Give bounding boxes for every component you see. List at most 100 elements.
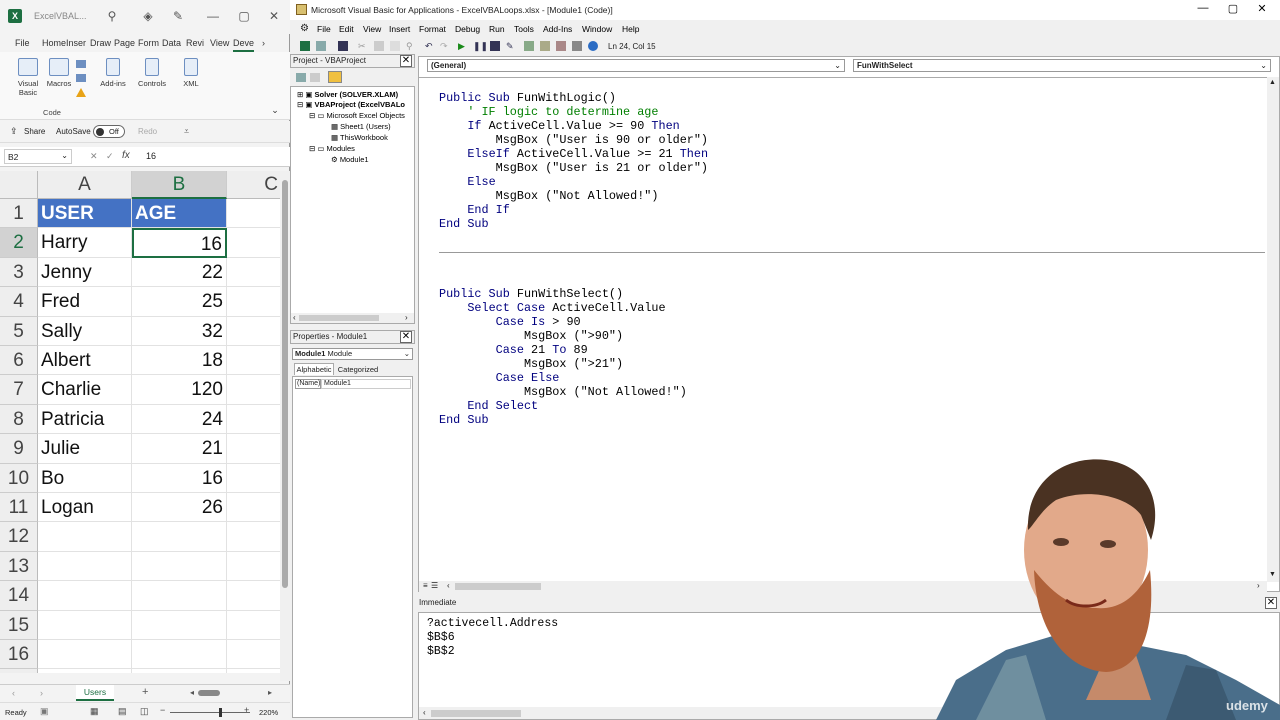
pen-icon[interactable]: ✎ — [170, 9, 186, 23]
tab-formulas[interactable]: Form — [138, 38, 159, 48]
cell-a[interactable]: Charlie — [38, 375, 132, 405]
accessibility-icon[interactable]: ▣ — [40, 706, 49, 717]
hscroll-left-icon[interactable]: ◂ — [190, 688, 194, 697]
cell-c[interactable] — [227, 228, 280, 258]
vbe-menu-icon[interactable]: ⚙ — [300, 23, 309, 34]
cell-b[interactable]: 24 — [132, 404, 227, 435]
cell-b-selected[interactable]: 16 — [132, 228, 227, 258]
prop-name-value[interactable]: Module1 — [321, 379, 411, 389]
cell-a[interactable] — [38, 522, 132, 552]
menu-insert[interactable]: Insert — [389, 24, 410, 34]
cell-a[interactable] — [38, 551, 132, 582]
ribbon-more-icon[interactable]: › — [262, 38, 265, 48]
menu-help[interactable]: Help — [622, 24, 639, 34]
row-header[interactable]: 1 — [0, 199, 38, 229]
normal-view-icon[interactable]: ▦ — [90, 706, 99, 717]
tree-item-module1[interactable]: ⚙ Module1 — [331, 155, 369, 164]
tree-item-thisworkbook[interactable]: ▦ ThisWorkbook — [331, 133, 388, 142]
row-header[interactable]: 17 — [0, 669, 38, 673]
cell-b[interactable]: 18 — [132, 346, 227, 376]
cell-b[interactable]: 32 — [132, 316, 227, 346]
menu-edit[interactable]: Edit — [339, 24, 354, 34]
help-icon[interactable] — [588, 41, 598, 51]
tab-categorized[interactable]: Categorized — [336, 364, 380, 375]
cell-a[interactable]: Logan — [38, 493, 132, 523]
tree-item-sheet1[interactable]: ▦ Sheet1 (Users) — [331, 122, 391, 131]
save-icon[interactable] — [338, 41, 348, 51]
menu-run[interactable]: Run — [489, 24, 505, 34]
view-code-icon[interactable] — [296, 73, 306, 82]
break-icon[interactable]: ❚❚ — [473, 41, 488, 51]
cell-c[interactable] — [227, 346, 280, 376]
vbe-close-icon[interactable]: ✕ — [1252, 2, 1272, 15]
select-all-corner[interactable] — [0, 171, 38, 199]
ribbon-collapse-icon[interactable]: ⌄ — [270, 106, 280, 115]
close-icon[interactable]: ✕ — [266, 9, 282, 23]
zoom-slider-thumb[interactable] — [219, 708, 222, 717]
cell-b[interactable]: 16 — [132, 463, 227, 493]
col-header-a[interactable]: A — [38, 171, 132, 199]
cell-a[interactable] — [38, 581, 132, 611]
minimize-icon[interactable]: — — [205, 9, 221, 23]
cell-c[interactable] — [227, 669, 280, 673]
tab-alphabetic[interactable]: Alphabetic — [294, 363, 334, 375]
tab-file[interactable]: File — [15, 38, 30, 48]
cell-c[interactable] — [227, 493, 280, 523]
cell-b[interactable] — [132, 610, 227, 640]
zoom-level[interactable]: 220% — [259, 708, 278, 717]
prev-sheet-icon[interactable]: ‹ — [12, 688, 15, 698]
next-sheet-icon[interactable]: › — [40, 688, 43, 698]
menu-view[interactable]: View — [363, 24, 381, 34]
cell-c[interactable] — [227, 522, 280, 552]
autosave-toggle[interactable]: Off — [93, 125, 125, 138]
cell-b[interactable] — [132, 669, 227, 673]
redo-icon[interactable]: ↷ — [440, 41, 450, 51]
cell-c[interactable] — [227, 611, 280, 640]
cell-b[interactable] — [132, 551, 227, 582]
cell-b[interactable]: 26 — [132, 493, 227, 523]
vbe-minimize-icon[interactable]: — — [1193, 2, 1213, 14]
tab-review[interactable]: Revi — [186, 38, 204, 48]
qa-more-icon[interactable]: ⩡ — [184, 126, 189, 137]
cell-c[interactable] — [227, 199, 280, 229]
view-excel-icon[interactable] — [300, 41, 310, 51]
row-header[interactable]: 9 — [0, 434, 38, 464]
tree-item-excel-objects[interactable]: ⊟ ▭ Microsoft Excel Objects — [309, 111, 405, 120]
find-icon[interactable]: ⚲ — [406, 41, 416, 51]
reset-icon[interactable] — [490, 41, 500, 51]
controls-button[interactable]: Controls — [134, 58, 170, 88]
row-header[interactable]: 15 — [0, 610, 38, 640]
cut-icon[interactable]: ✂ — [358, 41, 368, 51]
design-mode-icon[interactable]: ✎ — [506, 41, 516, 51]
cell-a[interactable]: Jenny — [38, 257, 132, 288]
hscroll-right-icon[interactable]: ▸ — [268, 688, 272, 697]
col-header-b[interactable]: B — [132, 171, 227, 199]
cell-a[interactable]: Albert — [38, 346, 132, 376]
cell-a[interactable]: USER — [38, 199, 132, 229]
zoom-slider[interactable] — [170, 712, 250, 713]
cell-a[interactable]: Harry — [38, 228, 132, 258]
cell-c[interactable] — [227, 464, 280, 493]
row-header[interactable]: 2 — [0, 228, 38, 258]
cell-a[interactable]: Patricia — [38, 404, 132, 435]
menu-add-ins[interactable]: Add-Ins — [543, 24, 572, 34]
row-header[interactable]: 14 — [0, 581, 38, 611]
macros-button[interactable]: Macros — [44, 58, 74, 88]
hscroll-thumb[interactable] — [198, 690, 220, 696]
menu-format[interactable]: Format — [419, 24, 446, 34]
tree-item-modules[interactable]: ⊟ ▭ Modules — [309, 144, 355, 153]
zoom-out-icon[interactable]: − — [160, 705, 165, 715]
immediate-hscroll-thumb[interactable] — [431, 710, 521, 717]
cell-a[interactable] — [38, 610, 132, 640]
object-dropdown[interactable]: (General) ⌄ — [427, 59, 845, 72]
row-header[interactable]: 12 — [0, 522, 38, 552]
paste-icon[interactable] — [390, 41, 400, 51]
row-header[interactable]: 16 — [0, 640, 38, 670]
cell-b[interactable] — [132, 581, 227, 611]
row-header[interactable]: 8 — [0, 404, 38, 435]
cell-b[interactable]: 25 — [132, 287, 227, 317]
procedure-view-icon[interactable]: ≡ — [423, 581, 428, 590]
full-module-view-icon[interactable]: ☰ — [431, 581, 438, 590]
cell-c[interactable] — [227, 287, 280, 317]
tab-home[interactable]: Home — [42, 38, 66, 48]
